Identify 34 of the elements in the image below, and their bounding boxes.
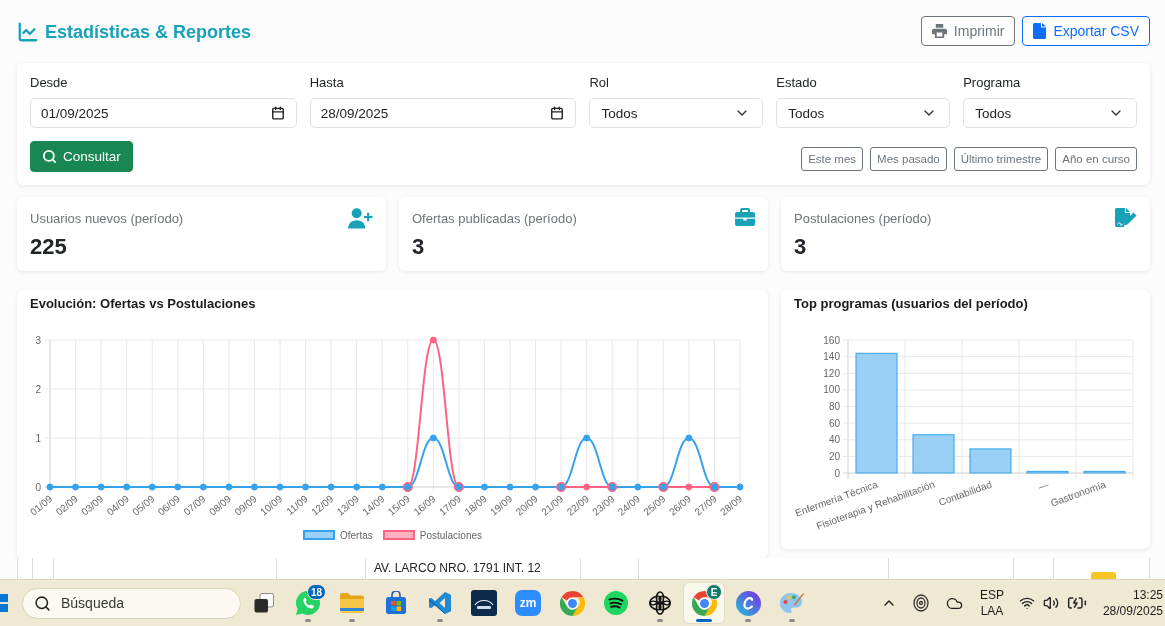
axis-label: 100 — [823, 384, 840, 396]
legend-label: Ofertas — [339, 529, 373, 541]
page-title: Estadísticas & Reportes — [45, 20, 252, 44]
axis-label: 0 — [834, 467, 840, 479]
notification-badge: 18 — [306, 584, 326, 600]
stat-value: 3 — [794, 234, 807, 260]
axis-label: 20 — [828, 450, 840, 462]
stat-label: Usuarios nuevos (período) — [30, 210, 184, 228]
stat-label: Postulaciones (período) — [794, 210, 932, 228]
legend-label: Postulaciones — [419, 529, 483, 541]
profile-badge: E — [706, 584, 722, 600]
axis-label: 40 — [828, 434, 840, 446]
axis-label: — — [1037, 478, 1051, 493]
axis-label: 2 — [35, 383, 41, 395]
chart-title: Evolución: Ofertas vs Postulaciones — [30, 296, 256, 312]
table-cell-text: AV. LARCO NRO. 1791 INT. 12 — [373, 561, 541, 575]
field-label: Hasta — [309, 74, 344, 91]
app-logo: zm — [515, 590, 541, 616]
field-label: Rol — [589, 74, 609, 91]
stat-value: 225 — [30, 234, 67, 260]
axis-label: 80 — [828, 401, 840, 412]
axis-label: 160 — [823, 334, 840, 346]
field-label: Programa — [963, 74, 1021, 91]
axis-label: 60 — [828, 417, 840, 429]
stat-label: Ofertas publicadas (período) — [412, 210, 577, 228]
chart-title: Top programas (usuarios del período) — [794, 296, 1028, 312]
stat-value: 3 — [412, 234, 425, 260]
axis-label: 3 — [35, 334, 41, 346]
axis-label: 120 — [823, 367, 840, 379]
axis-label: 1 — [35, 432, 41, 444]
field-label: Desde — [30, 74, 68, 91]
field-label: Estado — [776, 74, 817, 91]
axis-label: 140 — [823, 351, 840, 363]
axis-label: 0 — [35, 481, 41, 493]
